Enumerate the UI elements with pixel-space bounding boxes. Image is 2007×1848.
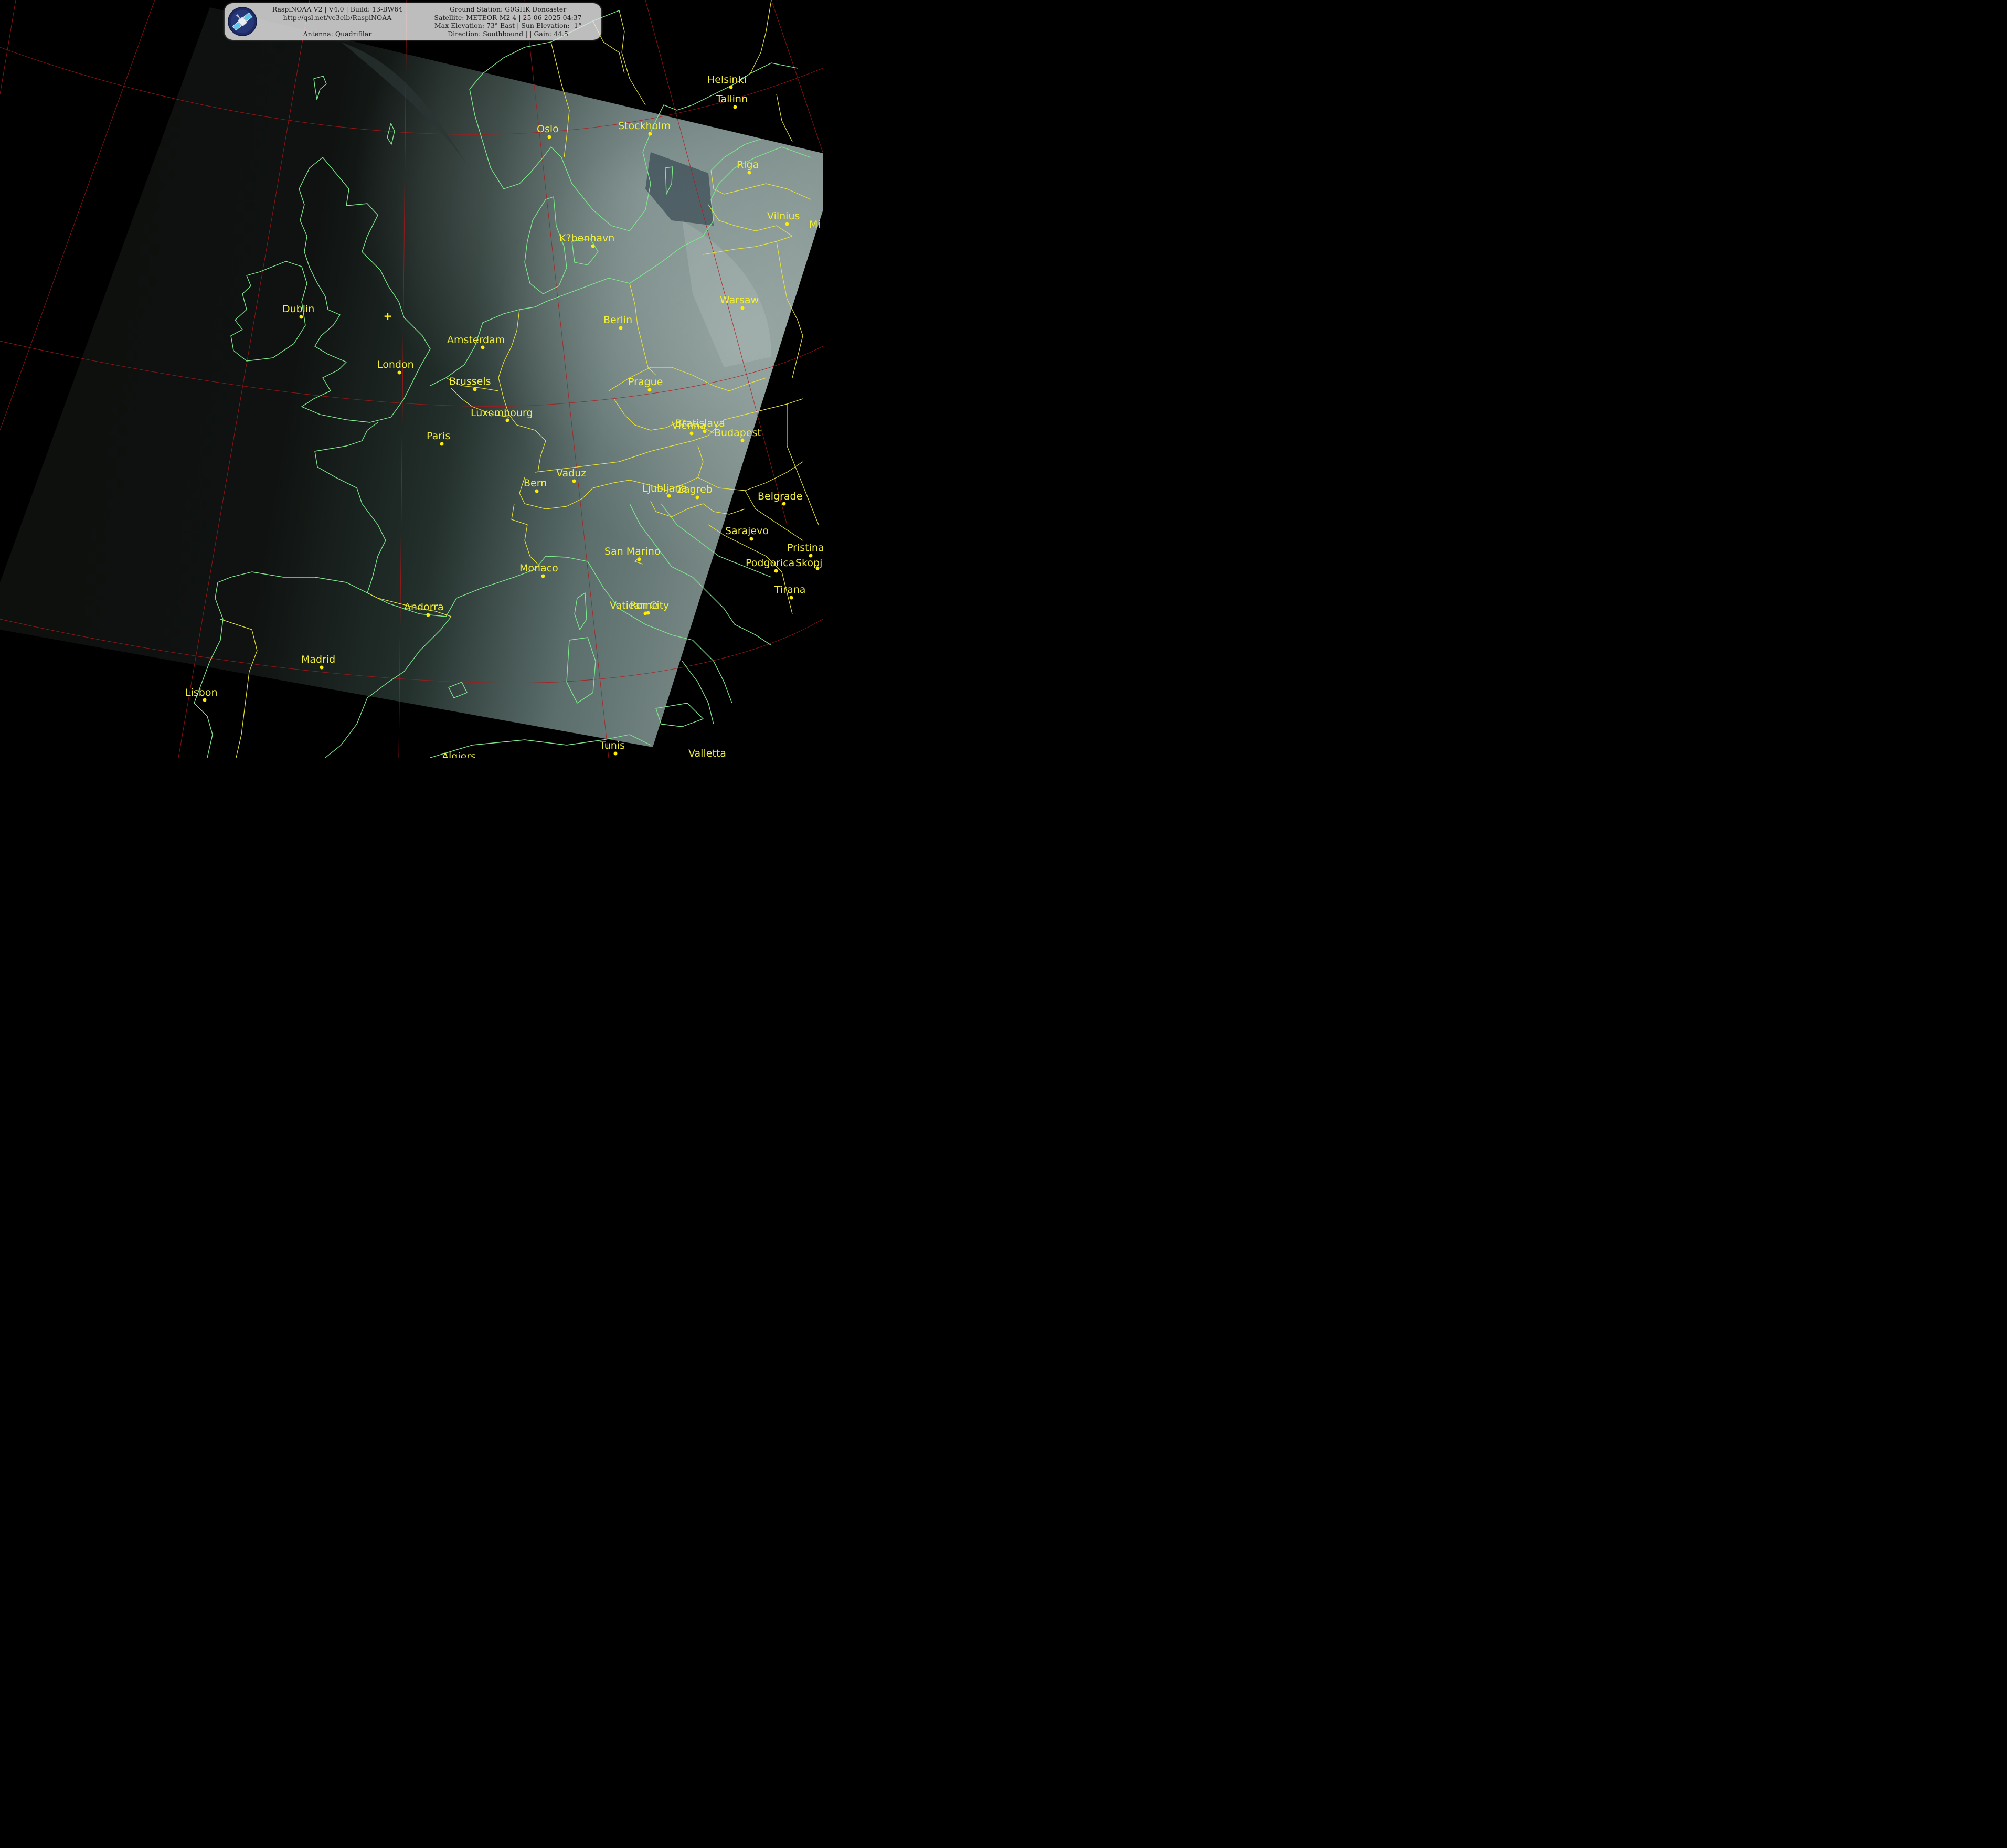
city-label: Valletta (688, 748, 726, 758)
city-dot (547, 135, 551, 139)
city-dot (774, 569, 778, 573)
city-skopje: Skopje (795, 557, 823, 570)
city-label: Tunis (599, 740, 625, 751)
city-dot (203, 698, 207, 702)
separator: ----------------------------------------… (292, 22, 383, 29)
city-dot (299, 315, 303, 319)
city-label: Prague (628, 376, 663, 388)
city-dot (667, 494, 671, 498)
city-label: Pristina (787, 542, 823, 554)
city-dot (729, 85, 733, 89)
city-label: Paris (427, 430, 450, 442)
city-sarajevo: Sarajevo (725, 525, 769, 541)
city-dot (440, 442, 444, 446)
city-dot (695, 495, 699, 500)
city-dot (481, 345, 485, 349)
city-dot (782, 502, 786, 506)
city-dot (320, 665, 324, 670)
satellite-map: + Helsinki Tallinn Oslo Stockholm Riga V… (0, 0, 823, 758)
ground-station: Ground Station: G0GHK Doncaster (449, 5, 567, 13)
city-dot (619, 326, 623, 330)
city-dot (541, 574, 545, 578)
city-label: Tallinn (716, 93, 748, 105)
city-algiers: Algiers (442, 751, 476, 758)
city-podgorica: Podgorica (746, 557, 794, 573)
city-label: Tirana (774, 584, 805, 596)
city-dot (505, 418, 509, 422)
city-tallinn: Tallinn (716, 93, 748, 109)
city-dot (733, 105, 737, 109)
city-label: San Marino (604, 546, 661, 557)
city-label: Rome (630, 600, 658, 611)
city-dot (591, 244, 595, 248)
city-label: Skopje (795, 557, 823, 569)
city-dot (572, 479, 576, 483)
software-url: http://qsl.net/ve3elb/RaspiNOAA (283, 13, 392, 22)
city-dot (747, 171, 751, 175)
city-dot (740, 438, 745, 442)
pass-details: Ground Station: G0GHK Doncaster Satellit… (419, 5, 597, 38)
city-dot (647, 388, 652, 392)
city-dot (749, 537, 753, 541)
city-belgrade: Belgrade (758, 491, 802, 506)
city-label: Lisbon (185, 687, 218, 698)
elevation-info: Max Elevation: 73° East | Sun Elevation:… (434, 22, 582, 29)
pass-info-panel: RaspiNOAA V2 | V4.0 | Build: 13-BW64 htt… (225, 3, 601, 40)
antenna-info: Antenna: Quadrifilar (303, 29, 372, 38)
city-dot (648, 132, 652, 136)
city-mi: Mi (809, 219, 821, 230)
city-dot (646, 611, 650, 615)
city-label: Monaco (519, 562, 558, 574)
city-dot (740, 306, 745, 310)
city-label: London (377, 359, 414, 370)
city-label: Mi (809, 219, 821, 230)
city-label: Andorra (404, 601, 444, 613)
city-lisbon: Lisbon (185, 687, 218, 702)
station-software-info: RaspiNOAA V2 | V4.0 | Build: 13-BW64 htt… (261, 5, 413, 38)
city-label: Vilnius (767, 210, 800, 222)
city-helsinki: Helsinki (707, 74, 747, 89)
ground-station-marker: + (384, 310, 392, 322)
city-dot (397, 370, 401, 375)
city-label: Amsterdam (447, 334, 505, 346)
city-pristina: Pristina (787, 542, 823, 558)
city-label: Berlin (603, 314, 632, 326)
city-label: Oslo (537, 123, 559, 135)
software-version: RaspiNOAA V2 | V4.0 | Build: 13-BW64 (272, 5, 403, 13)
city-label: Dublin (282, 303, 314, 315)
city-label: Stockholm (618, 120, 671, 132)
city-dot (785, 222, 789, 226)
city-label: Podgorica (746, 557, 794, 569)
city-dot (535, 489, 539, 493)
city-label: Sarajevo (725, 525, 769, 537)
city-dot (703, 429, 707, 433)
city-valletta: Valletta (688, 748, 726, 758)
city-dot (426, 613, 430, 617)
city-label: Riga (737, 159, 759, 171)
city-label: Algiers (442, 751, 476, 758)
city-label: Madrid (301, 654, 335, 665)
city-label: Brussels (449, 376, 491, 387)
satellite-pass: Satellite: METEOR-M2 4 | 25-06-2025 04:3… (434, 13, 582, 22)
city-dot (789, 596, 793, 600)
city-label: Helsinki (707, 74, 747, 86)
city-label: Bern (524, 477, 547, 489)
city-label: Zagreb (677, 484, 713, 495)
city-label: Budapest (714, 427, 761, 439)
city-dot (637, 557, 641, 561)
city-label: Vaduz (556, 468, 586, 479)
city-label: Warsaw (720, 294, 759, 306)
city-label: Belgrade (758, 491, 802, 502)
city-dot (613, 751, 618, 756)
city-label: Luxembourg (471, 407, 533, 419)
satellite-icon (228, 7, 257, 36)
direction-gain: Direction: Southbound | | Gain: 44.5 (448, 29, 568, 38)
city-tunis: Tunis (599, 740, 625, 756)
city-dot (689, 431, 694, 436)
city-label: K?benhavn (559, 232, 614, 244)
city-tirana: Tirana (774, 584, 805, 600)
city-dot (473, 387, 477, 391)
